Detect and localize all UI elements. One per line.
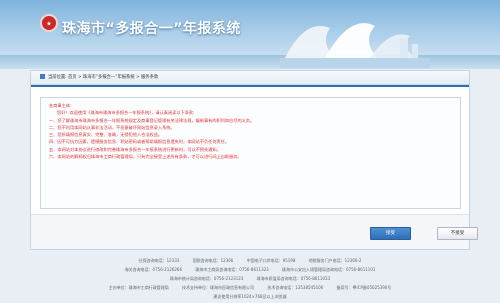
terms-notice-box: 各商事主体: 您好！欢迎使用《珠海市珠海市多报合一年报系统》，请认真阅读以下条款… (40, 97, 461, 209)
footer-item: 中国电子口岸电话：95198 (246, 258, 296, 263)
notice-line: 四、因不可抗力因素，遗憾服务信息、积贴密码或者帮助填报信息遗失时，本网站不负任何… (49, 139, 230, 145)
agree-button[interactable]: 接受 (370, 227, 411, 240)
footer-item: 主办单位：珠海市工商行政管理局 (108, 285, 169, 290)
footer-item: 珠海市工商局咨询电话：0756-8611323 (195, 267, 269, 272)
breadcrumb: 当前位置: 首页 > 珠海市“多报合一”年报系统 > 服务条款 (31, 71, 469, 85)
header-banner: ★ 珠海市“多报合一”年报系统 (0, 0, 500, 69)
notice-line: 您好！欢迎使用《珠海市珠海市多报合一年报系统》，请认真阅读以下条款: (57, 110, 195, 116)
home-icon (40, 74, 45, 79)
logo-emblem-icon: ★ (40, 14, 58, 32)
footer-item: 技术咨询电话：13538545106 (267, 285, 324, 290)
notice-line: 三、您所填报信息真实、完整、准确，无侵犯他人合法权益。 (49, 132, 163, 138)
footer-row: 建议使用分辨率1024×768及以上浏览器 (0, 292, 500, 301)
footer: 社保咨询电话：12333 国税咨询电话：12366 中国电子口岸电话：95198… (0, 256, 500, 301)
notice-line: 五、本网站对本协议进行修改和完善珠海市多报合一年报系统进行更新时，可以不预先通知… (49, 146, 221, 152)
notice-line: 各商事主体: (49, 103, 72, 108)
footer-item: 海关咨询电话：0756-2126266 (124, 267, 182, 272)
footer-row: 社保咨询电话：12333 国税咨询电话：12366 中国电子口岸电话：95198… (0, 256, 500, 265)
opera-house-illustration (280, 23, 430, 68)
footer-item: 建议使用分辨率1024×768及以上浏览器 (213, 294, 287, 299)
terms-panel: 当前位置: 首页 > 珠海市“多报合一”年报系统 > 服务条款 各商事主体: 您… (30, 70, 478, 250)
footer-item: 珠海市公安出入境管理局咨询电话：0756-8611101 (282, 267, 376, 272)
footer-item: 社保咨询电话：12333 (138, 258, 180, 263)
footer-row: 主办单位：珠海市工商行政管理局 技术支持单位：珠海市民政信息有限公司 技术咨询电… (0, 283, 500, 292)
footer-row: 海关咨询电话：0756-2126266 珠海市工商局咨询电话：0756-8611… (0, 265, 500, 274)
footer-item: 国税咨询电话：12366 (192, 258, 234, 263)
notice-line: 六、本网站的解释权归珠海市工商行政管理局，只有完全接受上述所有条款，才可以进行网… (49, 154, 242, 160)
footer-item: 技术支持单位：珠海市民政信息有限公司 (181, 285, 254, 290)
breadcrumb-text: 当前位置: 首页 > 珠海市“多报合一”年报系统 > 服务条款 (48, 75, 159, 80)
notice-line: 二、您不利用本网站从事非法活动，不恶意破坏网站信息录入系统。 (49, 124, 175, 130)
footer-item: 珠海市质监局咨询电话：0756-8611033 (256, 276, 331, 281)
notice-line: 一、您了解珠海市珠海市多报合一年报系统规定及商事登记管理有关法律法规，编制事有的… (49, 117, 255, 123)
footer-item: 地税服务门户电话：12366-2 (308, 258, 362, 263)
footer-item: 备案号：粤ICP备05025390号 (336, 285, 392, 290)
footer-item: 珠海市统计局咨询电话：0756-2123123 (169, 276, 244, 281)
disagree-button[interactable]: 不接受 (437, 227, 478, 240)
site-title: 珠海市“多报合一”年报系统 (62, 21, 241, 37)
divider (31, 85, 469, 87)
action-bar: 接受 不接受 (31, 214, 478, 249)
footer-row: 珠海市统计局咨询电话：0756-2123123 珠海市质监局咨询电话：0756-… (0, 274, 500, 283)
svg-text:★: ★ (46, 21, 51, 28)
